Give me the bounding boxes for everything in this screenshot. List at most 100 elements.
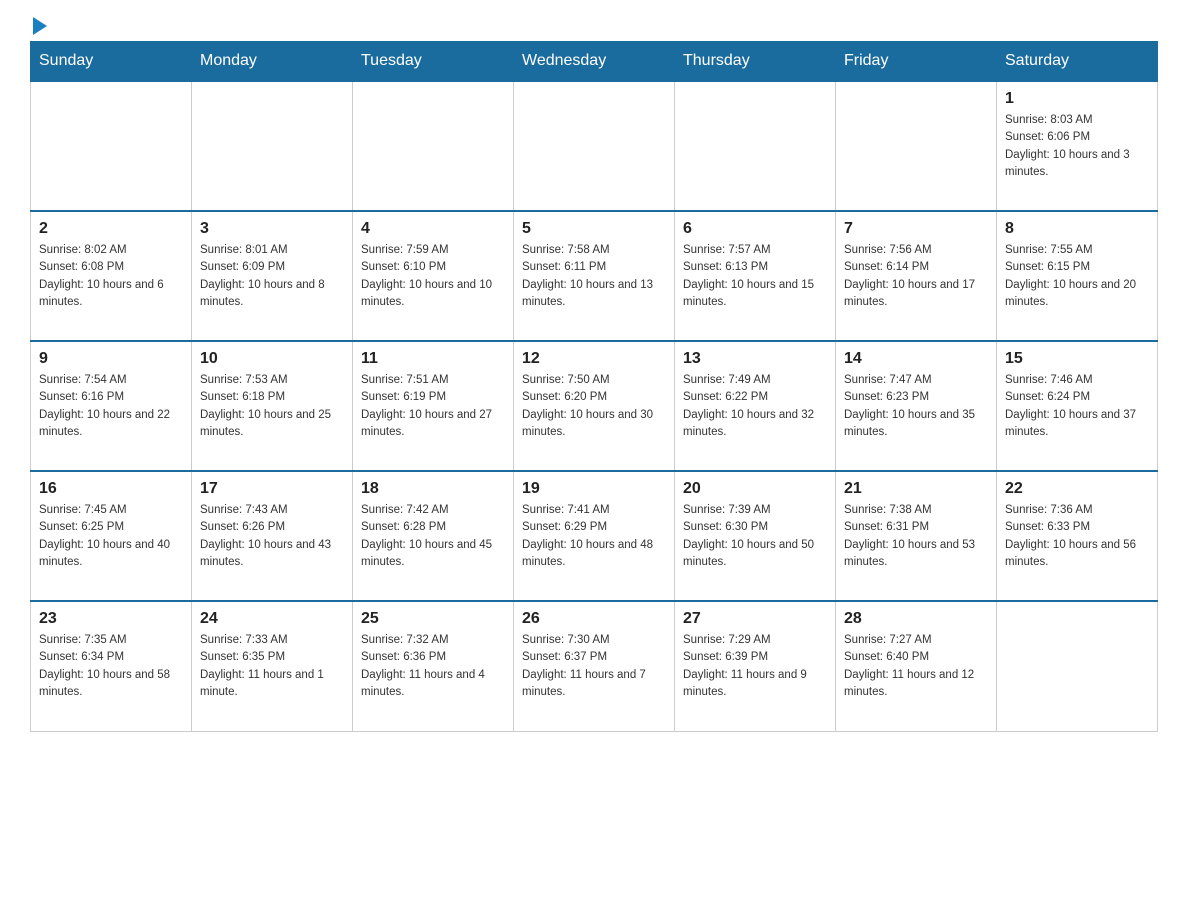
calendar-cell: 28 Sunrise: 7:27 AMSunset: 6:40 PMDayligh…: [836, 601, 997, 731]
calendar-cell: 16 Sunrise: 7:45 AMSunset: 6:25 PMDayligh…: [31, 471, 192, 601]
day-number: 15: [1005, 350, 1149, 368]
calendar-cell: 10 Sunrise: 7:53 AMSunset: 6:18 PMDayligh…: [192, 341, 353, 471]
day-info: Sunrise: 7:45 AMSunset: 6:25 PMDaylight:…: [39, 502, 183, 571]
day-info: Sunrise: 7:27 AMSunset: 6:40 PMDaylight:…: [844, 632, 988, 701]
calendar-cell: 1 Sunrise: 8:03 AMSunset: 6:06 PMDaylight…: [997, 81, 1158, 211]
calendar-cell: [997, 601, 1158, 731]
calendar-cell: 4 Sunrise: 7:59 AMSunset: 6:10 PMDaylight…: [353, 211, 514, 341]
calendar-cell: 26 Sunrise: 7:30 AMSunset: 6:37 PMDayligh…: [514, 601, 675, 731]
day-info: Sunrise: 8:02 AMSunset: 6:08 PMDaylight:…: [39, 242, 183, 311]
calendar-cell: 24Sunrise: 7:33 AMSunset: 6:35 PMDayligh…: [192, 601, 353, 731]
calendar-week-1: 1 Sunrise: 8:03 AMSunset: 6:06 PMDaylight…: [31, 81, 1158, 211]
calendar-cell: 22Sunrise: 7:36 AMSunset: 6:33 PMDayligh…: [997, 471, 1158, 601]
day-number: 1: [1005, 90, 1149, 108]
day-number: 13: [683, 350, 827, 368]
day-info: Sunrise: 7:59 AMSunset: 6:10 PMDaylight:…: [361, 242, 505, 311]
day-info: Sunrise: 7:54 AMSunset: 6:16 PMDaylight:…: [39, 372, 183, 441]
day-info: Sunrise: 7:50 AMSunset: 6:20 PMDaylight:…: [522, 372, 666, 441]
day-number: 23: [39, 610, 183, 628]
calendar-cell: 19Sunrise: 7:41 AMSunset: 6:29 PMDayligh…: [514, 471, 675, 601]
calendar-week-4: 16 Sunrise: 7:45 AMSunset: 6:25 PMDayligh…: [31, 471, 1158, 601]
day-number: 5: [522, 220, 666, 238]
day-number: 18: [361, 480, 505, 498]
calendar-cell: 3 Sunrise: 8:01 AMSunset: 6:09 PMDaylight…: [192, 211, 353, 341]
day-info: Sunrise: 8:03 AMSunset: 6:06 PMDaylight:…: [1005, 112, 1149, 181]
day-number: 11: [361, 350, 505, 368]
day-info: Sunrise: 7:47 AMSunset: 6:23 PMDaylight:…: [844, 372, 988, 441]
day-number: 4: [361, 220, 505, 238]
day-number: 9: [39, 350, 183, 368]
day-number: 28: [844, 610, 988, 628]
calendar-cell: 11 Sunrise: 7:51 AMSunset: 6:19 PMDayligh…: [353, 341, 514, 471]
calendar-cell: [192, 81, 353, 211]
day-number: 17: [200, 480, 344, 498]
day-number: 26: [522, 610, 666, 628]
calendar-cell: 9 Sunrise: 7:54 AMSunset: 6:16 PMDaylight…: [31, 341, 192, 471]
day-info: Sunrise: 7:38 AMSunset: 6:31 PMDaylight:…: [844, 502, 988, 571]
day-number: 21: [844, 480, 988, 498]
day-info: Sunrise: 7:49 AMSunset: 6:22 PMDaylight:…: [683, 372, 827, 441]
weekday-tuesday: Tuesday: [353, 42, 514, 82]
day-info: Sunrise: 7:41 AMSunset: 6:29 PMDaylight:…: [522, 502, 666, 571]
calendar-cell: 27 Sunrise: 7:29 AMSunset: 6:39 PMDayligh…: [675, 601, 836, 731]
calendar-cell: 13 Sunrise: 7:49 AMSunset: 6:22 PMDayligh…: [675, 341, 836, 471]
day-info: Sunrise: 7:51 AMSunset: 6:19 PMDaylight:…: [361, 372, 505, 441]
calendar-cell: 2 Sunrise: 8:02 AMSunset: 6:08 PMDaylight…: [31, 211, 192, 341]
calendar-week-3: 9 Sunrise: 7:54 AMSunset: 6:16 PMDaylight…: [31, 341, 1158, 471]
calendar-cell: 14 Sunrise: 7:47 AMSunset: 6:23 PMDayligh…: [836, 341, 997, 471]
calendar-cell: [836, 81, 997, 211]
calendar-cell: 15 Sunrise: 7:46 AMSunset: 6:24 PMDayligh…: [997, 341, 1158, 471]
calendar-cell: 5 Sunrise: 7:58 AMSunset: 6:11 PMDaylight…: [514, 211, 675, 341]
weekday-thursday: Thursday: [675, 42, 836, 82]
calendar-cell: [675, 81, 836, 211]
day-info: Sunrise: 7:33 AMSunset: 6:35 PMDaylight:…: [200, 632, 344, 701]
calendar-week-2: 2 Sunrise: 8:02 AMSunset: 6:08 PMDaylight…: [31, 211, 1158, 341]
weekday-sunday: Sunday: [31, 42, 192, 82]
calendar-table: SundayMondayTuesdayWednesdayThursdayFrid…: [30, 41, 1158, 732]
weekday-saturday: Saturday: [997, 42, 1158, 82]
day-info: Sunrise: 7:42 AMSunset: 6:28 PMDaylight:…: [361, 502, 505, 571]
day-number: 27: [683, 610, 827, 628]
calendar-cell: 7Sunrise: 7:56 AMSunset: 6:14 PMDaylight…: [836, 211, 997, 341]
day-number: 2: [39, 220, 183, 238]
weekday-friday: Friday: [836, 42, 997, 82]
day-info: Sunrise: 7:57 AMSunset: 6:13 PMDaylight:…: [683, 242, 827, 311]
day-number: 16: [39, 480, 183, 498]
day-info: Sunrise: 7:29 AMSunset: 6:39 PMDaylight:…: [683, 632, 827, 701]
day-info: Sunrise: 7:58 AMSunset: 6:11 PMDaylight:…: [522, 242, 666, 311]
calendar-cell: 21 Sunrise: 7:38 AMSunset: 6:31 PMDayligh…: [836, 471, 997, 601]
day-info: Sunrise: 7:39 AMSunset: 6:30 PMDaylight:…: [683, 502, 827, 571]
calendar-cell: [31, 81, 192, 211]
day-number: 10: [200, 350, 344, 368]
day-number: 8: [1005, 220, 1149, 238]
calendar-cell: 8 Sunrise: 7:55 AMSunset: 6:15 PMDaylight…: [997, 211, 1158, 341]
day-number: 25: [361, 610, 505, 628]
day-number: 22: [1005, 480, 1149, 498]
day-number: 6: [683, 220, 827, 238]
calendar-cell: 17 Sunrise: 7:43 AMSunset: 6:26 PMDayligh…: [192, 471, 353, 601]
day-info: Sunrise: 7:30 AMSunset: 6:37 PMDaylight:…: [522, 632, 666, 701]
calendar-cell: 20 Sunrise: 7:39 AMSunset: 6:30 PMDayligh…: [675, 471, 836, 601]
calendar-cell: [514, 81, 675, 211]
day-info: Sunrise: 7:55 AMSunset: 6:15 PMDaylight:…: [1005, 242, 1149, 311]
calendar-cell: [353, 81, 514, 211]
day-info: Sunrise: 7:43 AMSunset: 6:26 PMDaylight:…: [200, 502, 344, 571]
day-info: Sunrise: 7:56 AMSunset: 6:14 PMDaylight:…: [844, 242, 988, 311]
day-number: 14: [844, 350, 988, 368]
day-number: 3: [200, 220, 344, 238]
day-info: Sunrise: 7:53 AMSunset: 6:18 PMDaylight:…: [200, 372, 344, 441]
day-info: Sunrise: 8:01 AMSunset: 6:09 PMDaylight:…: [200, 242, 344, 311]
calendar-cell: 18 Sunrise: 7:42 AMSunset: 6:28 PMDayligh…: [353, 471, 514, 601]
day-info: Sunrise: 7:32 AMSunset: 6:36 PMDaylight:…: [361, 632, 505, 701]
calendar-week-5: 23Sunrise: 7:35 AMSunset: 6:34 PMDayligh…: [31, 601, 1158, 731]
logo: [30, 20, 47, 31]
day-number: 20: [683, 480, 827, 498]
weekday-monday: Monday: [192, 42, 353, 82]
logo-triangle-icon: [33, 17, 47, 35]
page-header: [30, 20, 1158, 31]
calendar-cell: 23Sunrise: 7:35 AMSunset: 6:34 PMDayligh…: [31, 601, 192, 731]
day-number: 12: [522, 350, 666, 368]
day-info: Sunrise: 7:46 AMSunset: 6:24 PMDaylight:…: [1005, 372, 1149, 441]
calendar-cell: 25 Sunrise: 7:32 AMSunset: 6:36 PMDayligh…: [353, 601, 514, 731]
weekday-header-row: SundayMondayTuesdayWednesdayThursdayFrid…: [31, 42, 1158, 82]
